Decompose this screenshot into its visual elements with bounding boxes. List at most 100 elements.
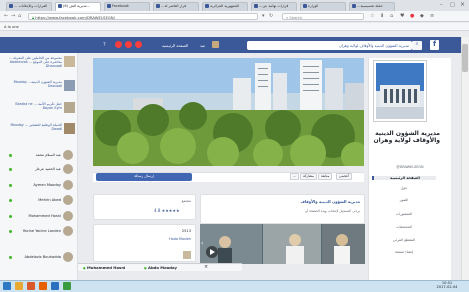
cover-image (93, 58, 364, 166)
chat-bar: ● Muhammed Hosni ● Abdo Mooday × (78, 263, 242, 271)
scrollbar-thumb[interactable] (462, 44, 468, 72)
profile-link[interactable]: عبد (200, 43, 205, 48)
back-icon[interactable]: ← (4, 13, 8, 19)
menu-icon[interactable]: ≡ (430, 13, 434, 19)
info-card: مجتمع 4.8 ★★★★★ (93, 194, 196, 220)
search-icon: ⌕ (286, 15, 289, 20)
messages-icon[interactable] (125, 41, 132, 48)
maximize-icon[interactable]: □ (450, 2, 455, 8)
minimize-icon[interactable]: – (440, 2, 443, 8)
search-button-icon[interactable]: ⌕ (412, 41, 422, 50)
post-card[interactable]: 2513 Hoda Mosleh (93, 224, 196, 262)
scrollbar[interactable] (461, 37, 469, 280)
reload-icon[interactable]: ↻ (269, 13, 273, 19)
avatar (63, 195, 73, 205)
home-link[interactable]: الصفحة الرئيسية (162, 43, 188, 48)
menu-item-videos[interactable]: المقطع المرئي (372, 238, 436, 242)
contact-item[interactable]: عبد الحميد عرعار (3, 164, 75, 176)
profile-image (376, 63, 424, 119)
file-explorer-icon[interactable] (15, 282, 23, 290)
firefox-icon[interactable] (39, 282, 47, 290)
info-label: مجتمع (181, 199, 191, 203)
browser-tab[interactable]: ... القرارات والإعلانات (6, 2, 52, 11)
list-item[interactable]: الحملة الوطنية للتشجير ... Mooday Dwadi (3, 123, 75, 143)
list-item[interactable]: مجموعة من الحاملين على المعرفة ... محاضر… (3, 56, 75, 76)
contact-item[interactable]: Mohammed Hosni (3, 211, 75, 223)
close-window-icon[interactable]: × (460, 1, 465, 8)
favicon-icon (303, 4, 307, 8)
facebook-favicon-icon (58, 4, 62, 8)
menu-item-home[interactable]: الصفحة الرئيسية (372, 176, 436, 180)
post-subtitle: يرجى التسجيل لإعجاب بهذه الصفحة أو (305, 209, 360, 213)
help-icon[interactable]: ? (103, 42, 106, 48)
cover-photo[interactable] (93, 58, 364, 166)
online-icon (9, 154, 12, 157)
online-icon (9, 184, 12, 187)
contact-item[interactable]: Yacine Yacine Landen (3, 226, 75, 238)
share-button[interactable]: مشاركة (300, 173, 317, 180)
favicon-icon (156, 4, 160, 8)
word-icon[interactable] (51, 282, 59, 290)
avatar (63, 211, 73, 221)
chevron-left-icon[interactable]: ‹ (201, 240, 203, 247)
follow-button[interactable]: متابعة (318, 173, 333, 180)
contact-item[interactable]: Aymen Mooday (3, 180, 75, 192)
facebook-logo-icon[interactable]: f (430, 40, 439, 50)
contact-item[interactable]: Mehrin Abed (3, 195, 75, 207)
browser-tab[interactable]: ...قرارات نهائية عن (251, 2, 297, 11)
post-photo-grid[interactable] (200, 224, 365, 264)
page-handle[interactable]: @DRAWELSEGN (380, 165, 440, 169)
close-icon[interactable]: × (204, 264, 208, 270)
chat-tab[interactable]: Abdo Mooday (148, 265, 177, 270)
profile-picture[interactable] (373, 60, 427, 122)
browser-tab-active[interactable]: (6) مديرية الش... (55, 2, 101, 11)
facebook-search-input[interactable]: مديرية الشؤون الدينية والأوقاف لولاية وه… (247, 41, 412, 50)
dropdown-icon[interactable]: ▾ (262, 13, 265, 19)
media-icon[interactable] (27, 282, 35, 290)
avatar[interactable] (212, 41, 219, 48)
avatar (63, 180, 73, 190)
contact-item[interactable]: Abdelaziz Bouhadda (3, 252, 75, 264)
extension-icon[interactable]: ◆ (420, 13, 424, 19)
list-item[interactable]: مديرية الشؤون الدينية... Mooday Daouadi (3, 80, 75, 100)
notifications-icon[interactable] (115, 41, 122, 48)
bookmark-item[interactable]: A la une (4, 25, 19, 29)
extension-icon[interactable]: ● (410, 13, 414, 19)
friend-requests-icon[interactable] (135, 41, 142, 48)
menu-item-photos[interactable]: الصور (372, 198, 436, 202)
browser-tab[interactable]: الجمهورية الجزائرية (202, 2, 248, 11)
favicon-icon (205, 4, 209, 8)
pocket-icon[interactable]: ♥ (400, 13, 404, 19)
star-icon[interactable]: ☆ (370, 13, 374, 19)
browser-tab[interactable]: الوزارة (300, 2, 346, 11)
avatar (63, 226, 73, 236)
menu-item-posts[interactable]: المنشورات (372, 212, 436, 216)
clock[interactable]: 10:51 2017-02-04 (430, 281, 464, 290)
post-author[interactable]: Hoda Mosleh (169, 237, 191, 241)
browser-search-input[interactable]: ⌕ Search (282, 13, 364, 20)
post-photos (200, 224, 365, 264)
more-button[interactable]: ... (290, 173, 300, 180)
browser-tab[interactable]: Facebook (104, 2, 150, 11)
browser-tab[interactable]: ...قرار العاشر لة (153, 2, 199, 11)
browser-toolbar: ← → ⌂ 🔒︎ https://www.facebook.com/DRAWEL… (0, 11, 469, 22)
contact-item[interactable]: عبد السلام محمد (3, 150, 75, 162)
bookmarks-bar: A la une (0, 23, 469, 31)
browser-tab[interactable]: ...حملة تحسيسية (349, 2, 395, 11)
start-icon[interactable] (3, 282, 11, 290)
like-button[interactable]: أعجبني (336, 173, 353, 180)
list-item[interactable]: حفل تكريم الأئمة ... Baraka ne Bayan Syh… (3, 102, 75, 122)
home-button-icon[interactable]: ⌂ (390, 13, 393, 19)
menu-item-create-page[interactable]: إنشاء صفحة (372, 250, 436, 254)
address-bar[interactable]: 🔒︎ https://www.facebook.com/DRAWELSEGN/ (28, 13, 258, 20)
menu-item-community[interactable]: المجتمعات (372, 225, 436, 229)
chat-tab[interactable]: Muhammed Hosni (87, 265, 125, 270)
forward-icon[interactable]: → (11, 13, 15, 19)
post-title[interactable]: مديرية الشؤون الدينية والأوقاف (300, 199, 360, 204)
send-message-button[interactable]: إرسال رسالة (96, 173, 192, 181)
app-icon[interactable] (63, 282, 71, 290)
home-icon[interactable]: ⌂ (18, 13, 21, 19)
favicon-icon (352, 4, 356, 8)
downloads-icon[interactable]: ⬇ (380, 13, 384, 19)
menu-item-about[interactable]: حول (372, 186, 436, 190)
